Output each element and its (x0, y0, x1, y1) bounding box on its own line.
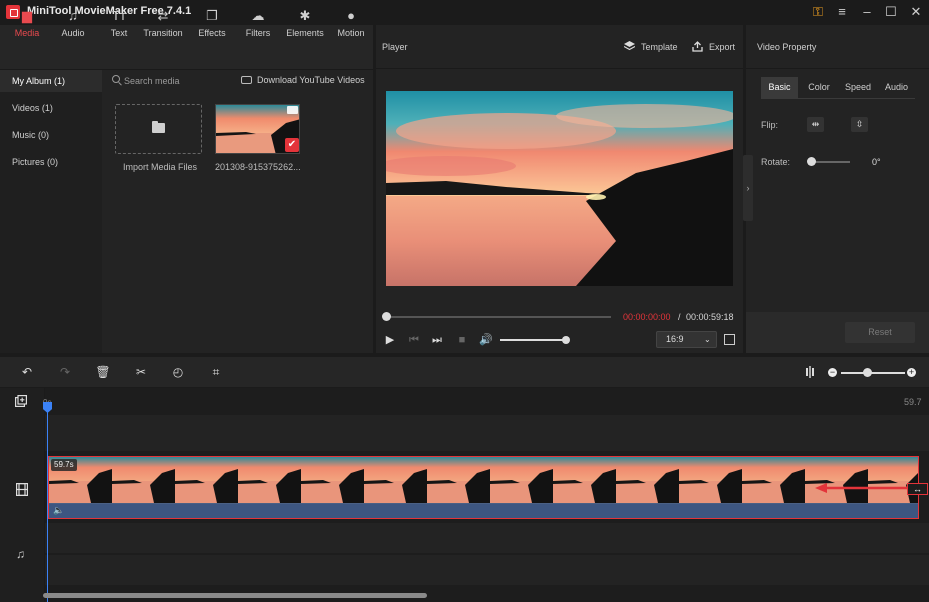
checkmark-icon: ✔ (285, 138, 299, 152)
tab-filters[interactable]: ☁ Filters (238, 0, 278, 44)
clip-frames (49, 457, 918, 503)
tab-transition[interactable]: ⇄ Transition (140, 0, 186, 44)
music-note-icon: ♫ (68, 8, 78, 23)
player-title: Player (382, 42, 408, 52)
flip-horizontal-icon[interactable]: ⇹ (807, 117, 824, 132)
video-camera-icon (287, 106, 298, 114)
search-icon (112, 75, 120, 83)
player-header (376, 25, 743, 69)
sidebar-item-my-album[interactable]: My Album (1) (0, 70, 102, 92)
folder-icon: ▆ (22, 8, 32, 23)
horizontal-scrollbar[interactable] (43, 593, 427, 598)
stop-button[interactable]: ■ (455, 333, 469, 347)
delete-icon[interactable]: 🗑 (95, 364, 111, 380)
tab-motion[interactable]: ● Motion (333, 0, 369, 44)
split-scissors-icon[interactable]: ✂ (133, 364, 149, 380)
current-time: 00:00:00:00 (623, 312, 671, 322)
media-filename: 201308-915375262... (215, 162, 301, 172)
tab-text[interactable]: Tт Text (100, 0, 138, 44)
transition-icon: ⇄ (157, 8, 169, 23)
play-button[interactable]: ▶ (383, 333, 397, 347)
trim-handle-icon[interactable]: ↔ (907, 483, 928, 495)
flip-label: Flip: (761, 120, 779, 130)
fit-timeline-icon[interactable] (805, 366, 815, 378)
key-icon[interactable]: ⚿ (806, 2, 830, 22)
overlay-track (45, 415, 929, 451)
export-icon (692, 41, 703, 52)
seek-bar[interactable] (387, 316, 611, 318)
tab-effects[interactable]: ❐ Effects (192, 0, 232, 44)
zoom-in-button[interactable]: + (907, 368, 916, 377)
youtube-icon (241, 76, 252, 84)
video-preview (386, 91, 733, 286)
volume-slider[interactable] (500, 339, 566, 341)
import-media-label: Import Media Files (123, 162, 198, 172)
sidebar-item-pictures[interactable]: Pictures (0) (0, 151, 102, 173)
sidebar-item-music[interactable]: Music (0) (0, 124, 102, 146)
total-time: 00:00:59:18 (686, 312, 734, 322)
music-note-icon: ♫ (16, 547, 25, 561)
clip-audio-strip (49, 504, 918, 518)
tab-color[interactable]: Color (800, 77, 838, 98)
reset-button[interactable]: Reset (845, 322, 915, 343)
maximize-button[interactable]: ☐ (879, 2, 903, 22)
zoom-out-button[interactable]: − (828, 368, 837, 377)
filters-icon: ☁ (251, 8, 265, 23)
property-title: Video Property (757, 42, 817, 52)
audio-track-upper (45, 523, 929, 553)
elements-icon: ✱ (299, 8, 311, 23)
zoom-slider[interactable] (841, 372, 905, 374)
tab-speed[interactable]: Speed (839, 77, 877, 98)
effects-icon: ❐ (206, 8, 218, 23)
video-clip[interactable] (48, 456, 919, 519)
speaker-icon: 🔈 (53, 505, 65, 515)
ruler-end-label: 59.7 (904, 397, 922, 407)
fullscreen-icon[interactable] (724, 334, 735, 345)
seek-handle[interactable] (382, 312, 391, 321)
next-frame-button[interactable]: ⏭ (430, 333, 444, 347)
minimize-button[interactable]: – (855, 2, 879, 22)
drag-arrow-icon (815, 483, 909, 493)
volume-icon[interactable]: 🔊 (479, 333, 493, 347)
volume-handle[interactable] (562, 336, 570, 344)
time-ruler[interactable] (45, 388, 929, 414)
audio-track (45, 555, 929, 585)
time-separator: / (678, 312, 681, 322)
previous-frame-button[interactable]: ⏮ (407, 333, 421, 347)
motion-icon: ● (347, 8, 355, 23)
tab-media[interactable]: ▆ Media (4, 0, 50, 44)
sidebar-item-videos[interactable]: Videos (1) (0, 97, 102, 119)
collapse-panel-button[interactable]: › (743, 155, 753, 221)
tab-divider (761, 98, 915, 99)
flip-vertical-icon[interactable]: ⇳ (851, 117, 868, 132)
download-youtube-button[interactable]: Download YouTube Videos (257, 75, 365, 85)
tab-basic[interactable]: Basic (761, 77, 798, 98)
rotate-value: 0° (872, 157, 881, 167)
tab-audio-prop[interactable]: Audio (878, 77, 915, 98)
rotate-label: Rotate: (761, 157, 791, 167)
chevron-down-icon: ⌄ (704, 335, 711, 344)
text-icon: Tт (112, 8, 126, 23)
playhead[interactable] (47, 408, 49, 602)
tab-audio[interactable]: ♫ Audio (52, 0, 94, 44)
export-button[interactable]: Export (709, 42, 735, 52)
add-track-icon[interactable] (15, 395, 27, 407)
redo-icon[interactable]: ↷ (57, 364, 73, 380)
template-button[interactable]: Template (641, 42, 678, 52)
menu-icon[interactable]: ≡ (830, 2, 854, 22)
clip-duration-badge: 59.7s (51, 459, 77, 471)
undo-icon[interactable]: ↶ (19, 364, 35, 380)
tab-elements[interactable]: ✱ Elements (283, 0, 327, 44)
search-input[interactable] (124, 72, 224, 90)
rotate-handle[interactable] (807, 157, 816, 166)
layers-icon (624, 41, 635, 51)
rotate-slider[interactable] (811, 161, 850, 163)
crop-icon[interactable]: ⌗ (208, 364, 224, 380)
folder-icon (152, 121, 165, 133)
zoom-handle[interactable] (863, 368, 872, 377)
speed-icon[interactable]: ◴ (170, 364, 186, 380)
property-panel (746, 25, 929, 353)
film-icon (16, 483, 28, 496)
close-button[interactable]: ✕ (904, 2, 928, 22)
